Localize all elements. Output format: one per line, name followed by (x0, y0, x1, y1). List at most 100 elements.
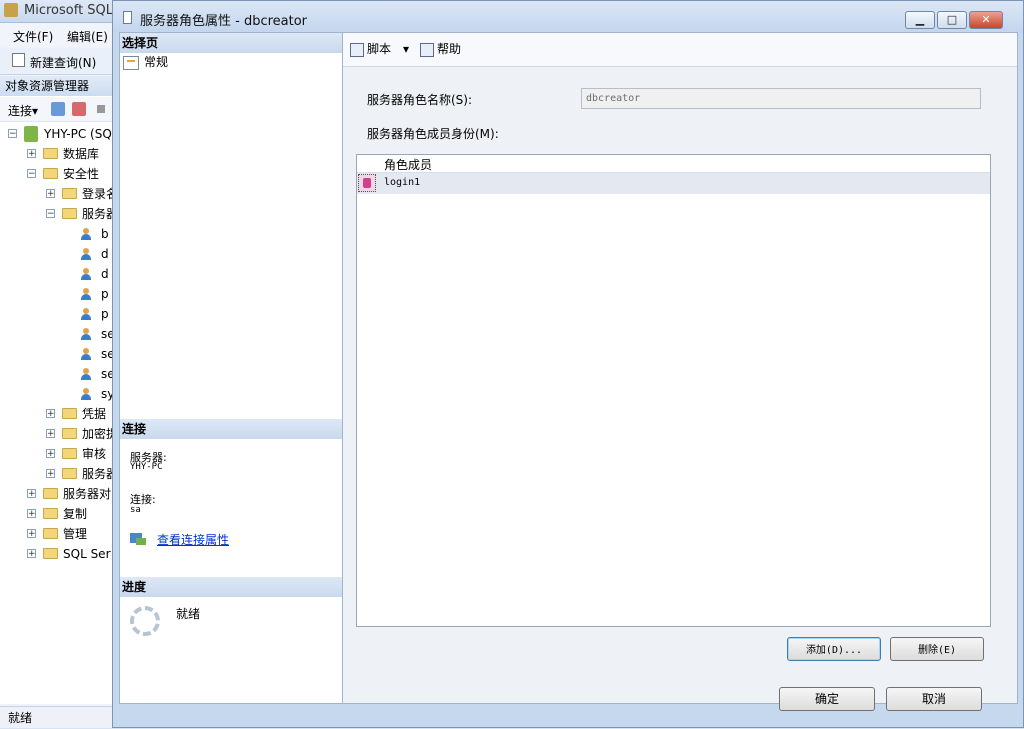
grid-column-role-members[interactable]: 角色成员 (384, 156, 432, 173)
dialog-title: 服务器角色属性 - dbcreator (140, 14, 308, 29)
server-role-icon (81, 246, 97, 262)
object-explorer-toolbar: 连接▾ (0, 97, 112, 122)
login-user-icon (358, 174, 376, 192)
tree-expander-icon[interactable]: + (46, 469, 55, 479)
view-connection-properties-link[interactable]: 查看连接属性 (157, 531, 229, 548)
tree-expander-icon[interactable]: + (27, 529, 36, 539)
tree-item[interactable]: + 服务器对 (0, 484, 112, 504)
table-row[interactable] (357, 173, 990, 194)
tree-item[interactable]: + 凭据 (0, 404, 112, 424)
tree-item[interactable]: + 数据库 (0, 144, 112, 164)
tree-item-label: 服务器对 (63, 487, 112, 501)
menu-edit[interactable]: 编辑(E) (67, 28, 108, 45)
tree-item[interactable]: + 审核 (0, 444, 112, 464)
tree-item[interactable]: + SQL Ser (0, 544, 112, 564)
folder-icon (62, 208, 77, 219)
folder-icon (62, 428, 77, 439)
grid-header (357, 155, 990, 173)
role-members-grid[interactable] (356, 154, 991, 627)
tree-item-label: 服务器 (82, 467, 112, 481)
tree-item[interactable]: d (0, 264, 112, 284)
page-general[interactable]: 常规 (123, 53, 168, 71)
folder-icon (62, 468, 77, 479)
connect-dropdown[interactable]: 连接▾ (8, 102, 38, 119)
tree-item-label: 凭据 (82, 407, 107, 421)
tree-item-label: 管理 (63, 527, 88, 541)
tree-expander-icon[interactable]: + (27, 549, 36, 559)
folder-icon (43, 548, 58, 559)
tree-item-label: 数据库 (63, 147, 100, 161)
role-members-label: 服务器角色成员身份(M): (367, 127, 499, 141)
script-button[interactable]: 脚本 (350, 40, 391, 58)
script-dropdown-arrow[interactable]: ▾ (403, 40, 409, 58)
ok-button[interactable]: 确定 (779, 687, 875, 711)
select-page-header: 选择页 (120, 33, 342, 53)
tree-item-label: se (101, 347, 112, 361)
folder-icon (43, 488, 58, 499)
tree-item[interactable]: + 复制 (0, 504, 112, 524)
tree-item[interactable]: se (0, 344, 112, 364)
folder-icon (62, 408, 77, 419)
tree-item-label: SQL Ser (63, 547, 111, 561)
help-label: 帮助 (437, 42, 462, 56)
tree-item[interactable]: se (0, 364, 112, 384)
tree-item[interactable]: − 安全性 (0, 164, 112, 184)
cancel-button[interactable]: 取消 (886, 687, 982, 711)
tree-expander-icon[interactable]: − (46, 209, 55, 219)
tree-item-label: d (101, 247, 109, 261)
disconnect-icon[interactable] (72, 102, 86, 116)
maximize-button[interactable]: □ (937, 11, 967, 29)
tree-item[interactable]: − YHY-PC (SQ (0, 124, 112, 144)
tree-item[interactable]: b (0, 224, 112, 244)
add-member-button[interactable]: 添加(D)... (787, 637, 881, 661)
help-button[interactable]: 帮助 (420, 40, 461, 58)
tree-item[interactable]: + 管理 (0, 524, 112, 544)
stop-icon[interactable] (97, 105, 105, 113)
role-name-input[interactable]: dbcreator (581, 88, 981, 109)
tree-item[interactable]: + 加密提 (0, 424, 112, 444)
server-role-icon (81, 286, 97, 302)
tree-expander-icon[interactable]: + (27, 509, 36, 519)
tree-item[interactable]: se (0, 324, 112, 344)
folder-icon (43, 148, 58, 159)
remove-member-button[interactable]: 删除(E) (890, 637, 984, 661)
background-status-bar: 就绪 (0, 706, 112, 728)
new-query-button[interactable]: 新建查询(N) (30, 54, 96, 71)
folder-icon (43, 168, 58, 179)
left-pane (120, 33, 343, 703)
minimize-button[interactable]: ▁ (905, 11, 935, 29)
tree-expander-icon[interactable]: + (46, 449, 55, 459)
tree-item-label: 服务器 (82, 207, 112, 221)
script-label: 脚本 (367, 42, 392, 56)
tree-item[interactable]: d (0, 244, 112, 264)
tree-expander-icon[interactable]: + (27, 489, 36, 499)
tree-expander-icon[interactable]: + (46, 429, 55, 439)
menu-file[interactable]: 文件(F) (13, 28, 53, 45)
tree-item-label: YHY-PC (SQ (44, 127, 112, 141)
tree-expander-icon[interactable]: − (8, 129, 17, 139)
tree-item-label: sy (101, 387, 112, 401)
server-role-icon (81, 226, 97, 242)
server-role-icon (81, 386, 97, 402)
tree-expander-icon[interactable]: + (46, 189, 55, 199)
tree-item[interactable]: p (0, 304, 112, 324)
tree-item[interactable]: + 登录名 (0, 184, 112, 204)
tree-item[interactable]: − 服务器 (0, 204, 112, 224)
connection-header: 连接 (120, 419, 342, 439)
tree-item[interactable]: + 服务器 (0, 464, 112, 484)
tree-item-label: d (101, 267, 109, 281)
tree-item[interactable]: sy (0, 384, 112, 404)
tree-item-label: se (101, 327, 112, 341)
tree-item-label: 登录名 (82, 187, 112, 201)
tree-item[interactable]: p (0, 284, 112, 304)
connection-value: sa (130, 505, 141, 515)
server-icon (24, 126, 38, 142)
tree-expander-icon[interactable]: + (46, 409, 55, 419)
server-role-icon (81, 366, 97, 382)
tree-item-label: p (101, 287, 109, 301)
tree-expander-icon[interactable]: + (27, 149, 36, 159)
tree-item-label: 加密提 (82, 427, 112, 441)
connect-icon[interactable] (51, 102, 65, 116)
close-button[interactable]: ✕ (969, 11, 1003, 29)
tree-expander-icon[interactable]: − (27, 169, 36, 179)
